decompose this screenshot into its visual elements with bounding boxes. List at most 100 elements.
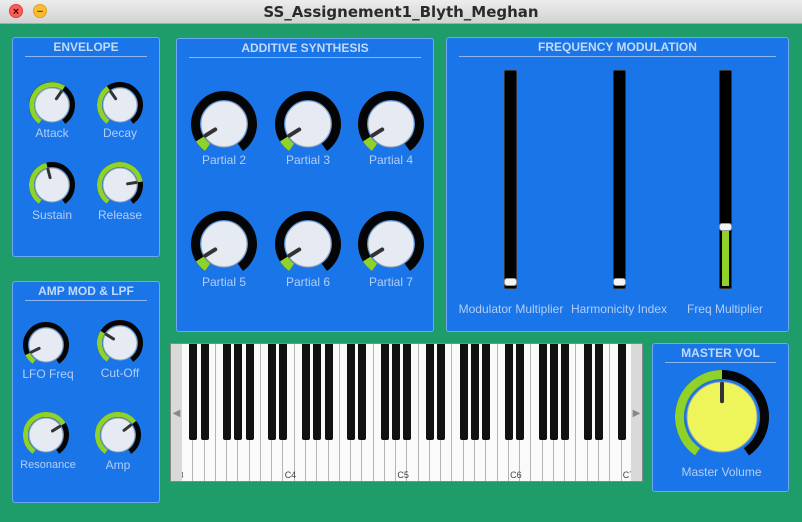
knob-cap <box>200 100 248 148</box>
knob-value-arc <box>362 256 378 272</box>
divider <box>459 56 776 57</box>
piano-keyboard[interactable]: C3C4C5C6C7◀▶ <box>170 343 643 482</box>
fm-title: FREQUENCY MODULATION <box>538 40 697 54</box>
cut-off-label: Cut-Off <box>100 366 140 380</box>
black-key[interactable] <box>200 344 209 440</box>
sustain-knob[interactable] <box>29 162 75 208</box>
cut-off-knob[interactable] <box>97 320 143 366</box>
black-key[interactable] <box>189 344 198 440</box>
knob-cap <box>102 167 138 203</box>
release-knob[interactable] <box>97 162 143 208</box>
black-key[interactable] <box>425 344 434 440</box>
lfo-freq-label: LFO Freq <box>22 367 74 381</box>
black-key[interactable] <box>549 344 558 440</box>
partial-4-label: Partial 4 <box>368 153 414 167</box>
black-key[interactable] <box>279 344 288 440</box>
knob-value-arc <box>195 136 211 152</box>
black-key[interactable] <box>392 344 401 440</box>
amp-knob[interactable] <box>95 412 141 458</box>
black-key[interactable] <box>403 344 412 440</box>
black-key[interactable] <box>538 344 547 440</box>
harmonicity-index-slider[interactable] <box>613 70 626 289</box>
black-key[interactable] <box>617 344 626 440</box>
knob-indicator <box>126 181 138 186</box>
knob-cap <box>200 220 248 268</box>
harmonicity-index-label: Harmonicity Index <box>570 302 668 316</box>
black-key[interactable] <box>268 344 277 440</box>
sustain-label: Sustain <box>31 208 73 222</box>
knob-cap <box>367 100 415 148</box>
knob-cap <box>34 87 70 123</box>
freq-multiplier-slider[interactable] <box>719 70 732 289</box>
knob-cap <box>284 100 332 148</box>
partial-3-label: Partial 3 <box>285 153 331 167</box>
slider-thumb[interactable] <box>719 223 732 231</box>
title-bar: × − SS_Assignement1_Blyth_Meghan <box>0 0 802 24</box>
partial-7-knob[interactable] <box>358 211 424 277</box>
release-label: Release <box>97 208 143 222</box>
black-key[interactable] <box>561 344 570 440</box>
attack-label: Attack <box>35 126 69 140</box>
partial-7-label: Partial 7 <box>368 275 414 289</box>
partial-6-knob[interactable] <box>275 211 341 277</box>
knob-value-arc <box>279 256 295 272</box>
knob-cap <box>100 417 136 453</box>
partial-2-knob[interactable] <box>191 91 257 157</box>
divider <box>665 362 776 363</box>
octave-label: C5 <box>397 470 409 480</box>
partial-4-knob[interactable] <box>358 91 424 157</box>
black-key[interactable] <box>583 344 592 440</box>
knob-cap <box>28 327 64 363</box>
knob-cap <box>102 325 138 361</box>
black-key[interactable] <box>245 344 254 440</box>
resonance-label: Resonance <box>20 459 76 471</box>
amp-mod-lpf-panel: AMP MOD & LPF LFO Freq Cut-Off Resonance… <box>12 281 160 503</box>
additive-title: ADDITIVE SYNTHESIS <box>241 41 369 55</box>
partial-3-knob[interactable] <box>275 91 341 157</box>
octave-label: C4 <box>284 470 297 480</box>
scroll-left-icon[interactable]: ◀ <box>171 344 182 481</box>
divider <box>189 57 421 58</box>
envelope-panel: ENVELOPE Attack Decay Sustain Release <box>12 37 160 257</box>
slider-fill <box>722 231 729 286</box>
black-key[interactable] <box>324 344 333 440</box>
black-key[interactable] <box>358 344 367 440</box>
black-key[interactable] <box>516 344 525 440</box>
lfo-freq-knob[interactable] <box>23 322 69 368</box>
knob-cap <box>34 167 70 203</box>
black-key[interactable] <box>471 344 480 440</box>
knob-cap <box>284 220 332 268</box>
black-key[interactable] <box>437 344 446 440</box>
partial-5-knob[interactable] <box>191 211 257 277</box>
slider-thumb[interactable] <box>613 278 626 286</box>
modulator-multiplier-slider[interactable] <box>504 70 517 289</box>
envelope-title: ENVELOPE <box>53 40 119 54</box>
master-volume-knob[interactable] <box>675 370 769 464</box>
octave-label: C6 <box>510 470 522 480</box>
black-key[interactable] <box>347 344 356 440</box>
partial-6-label: Partial 6 <box>285 275 331 289</box>
partial-5-label: Partial 5 <box>201 275 247 289</box>
black-key[interactable] <box>482 344 491 440</box>
master-vol-panel: MASTER VOL Master Volume <box>652 343 789 492</box>
scroll-right-icon[interactable]: ▶ <box>631 344 642 481</box>
black-key[interactable] <box>234 344 243 440</box>
black-key[interactable] <box>301 344 310 440</box>
black-key[interactable] <box>380 344 389 440</box>
modulator-multiplier-label: Modulator Multiplier <box>458 302 564 316</box>
knob-indicator <box>46 167 52 180</box>
black-key[interactable] <box>223 344 232 440</box>
black-key[interactable] <box>313 344 322 440</box>
knob-cap <box>28 417 64 453</box>
divider <box>25 56 147 57</box>
knob-value-arc <box>279 136 295 152</box>
amp-label: Amp <box>105 458 131 472</box>
amp-mod-title: AMP MOD & LPF <box>38 284 134 298</box>
black-key[interactable] <box>459 344 468 440</box>
decay-knob[interactable] <box>97 82 143 128</box>
resonance-knob[interactable] <box>23 412 69 458</box>
black-key[interactable] <box>594 344 603 440</box>
attack-knob[interactable] <box>29 82 75 128</box>
black-key[interactable] <box>504 344 513 440</box>
slider-thumb[interactable] <box>504 278 517 286</box>
